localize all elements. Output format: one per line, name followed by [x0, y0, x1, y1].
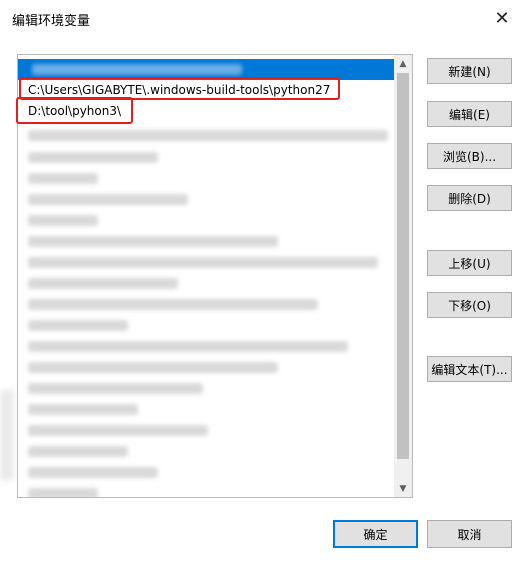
edit-text-button[interactable]: 编辑文本(T)... [427, 356, 512, 382]
move-up-button[interactable]: 上移(U) [427, 250, 512, 276]
list-item-redacted[interactable] [18, 441, 394, 462]
edit-button[interactable]: 编辑(E) [427, 101, 512, 127]
close-icon[interactable]: ✕ [490, 6, 514, 30]
list-item-redacted[interactable] [18, 294, 394, 315]
list-item-label: D:\tool\pyhon3\ [28, 104, 122, 118]
list-item-label: C:\Users\GIGABYTE\.windows-build-tools\p… [28, 83, 331, 97]
list-item-redacted[interactable] [18, 357, 394, 378]
vertical-scrollbar[interactable]: ▲ ▼ [394, 55, 412, 497]
list-item-redacted[interactable] [18, 399, 394, 420]
list-item-redacted[interactable] [18, 210, 394, 231]
list-item[interactable]: D:\tool\pyhon3\ [18, 101, 394, 122]
list-item-redacted[interactable] [18, 315, 394, 336]
browse-button[interactable]: 浏览(B)... [427, 143, 512, 169]
list-item-redacted[interactable] [18, 125, 394, 146]
path-entries-list[interactable]: C:\Users\GIGABYTE\.windows-build-tools\p… [17, 54, 413, 498]
list-item-redacted[interactable] [18, 252, 394, 273]
list-item-redacted[interactable] [18, 336, 394, 357]
list-item-redacted[interactable] [18, 189, 394, 210]
move-down-button[interactable]: 下移(O) [427, 292, 512, 318]
scrollbar-thumb[interactable] [397, 73, 409, 459]
list-item-redacted[interactable] [18, 483, 394, 497]
list-item-selected[interactable] [18, 59, 394, 80]
list-item-redacted[interactable] [18, 420, 394, 441]
redacted-text [32, 64, 242, 75]
edit-env-variable-dialog: 编辑环境变量 ✕ C:\Users\GIGABYTE\.windows-buil… [0, 0, 523, 569]
list-rows: C:\Users\GIGABYTE\.windows-build-tools\p… [18, 55, 394, 497]
title-bar: 编辑环境变量 ✕ [0, 0, 523, 36]
list-item-redacted[interactable] [18, 378, 394, 399]
scroll-down-icon[interactable]: ▼ [394, 480, 412, 497]
scroll-up-icon[interactable]: ▲ [394, 55, 412, 72]
ok-button[interactable]: 确定 [333, 520, 418, 548]
list-item-redacted[interactable] [18, 462, 394, 483]
list-item-redacted[interactable] [18, 231, 394, 252]
list-item-redacted[interactable] [18, 273, 394, 294]
new-button[interactable]: 新建(N) [427, 58, 512, 84]
list-item-redacted[interactable] [18, 168, 394, 189]
list-item[interactable]: C:\Users\GIGABYTE\.windows-build-tools\p… [18, 80, 394, 101]
dialog-title: 编辑环境变量 [12, 14, 91, 29]
list-item-redacted[interactable] [18, 147, 394, 168]
cancel-button[interactable]: 取消 [427, 520, 512, 548]
redacted-edge [0, 390, 14, 480]
delete-button[interactable]: 删除(D) [427, 185, 512, 211]
